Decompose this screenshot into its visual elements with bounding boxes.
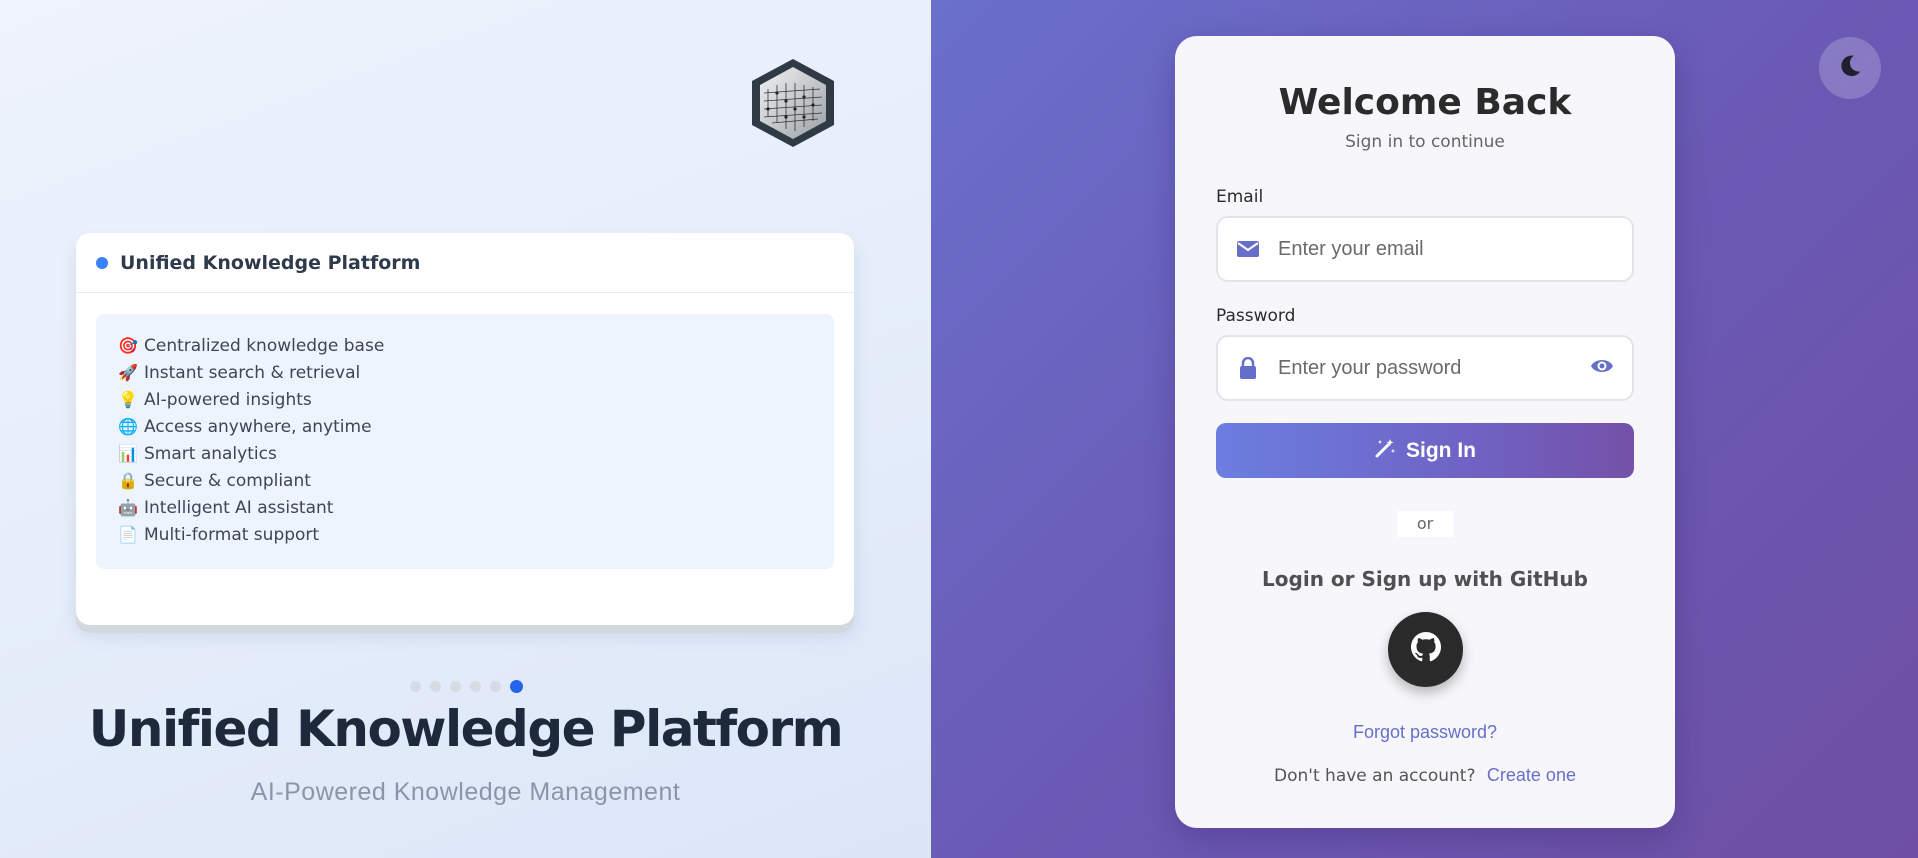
lock-icon (1218, 357, 1278, 379)
login-title: Welcome Back (1278, 82, 1572, 123)
email-label: Email (1216, 187, 1264, 207)
feature-text: Access anywhere, anytime (144, 416, 372, 437)
forgot-password-link[interactable]: Forgot password? (1175, 722, 1675, 743)
password-field-wrapper (1216, 335, 1634, 401)
hero-subtitle: AI-Powered Knowledge Management (250, 778, 681, 806)
carousel-dot[interactable] (510, 680, 523, 693)
login-subtitle: Sign in to continue (1345, 132, 1505, 152)
github-login-button[interactable] (1388, 612, 1463, 687)
magic-wand-icon (1374, 437, 1396, 465)
moon-icon (1837, 53, 1863, 84)
password-label: Password (1216, 306, 1296, 326)
sign-in-button[interactable]: Sign In (1216, 423, 1634, 478)
carousel-dot[interactable] (430, 681, 441, 692)
globe-icon: 🌐 (118, 417, 138, 436)
create-account-link[interactable]: Create one (1487, 765, 1576, 785)
chart-icon: 📊 (118, 444, 138, 463)
feature-card-title: Unified Knowledge Platform (120, 251, 421, 274)
feature-text: Instant search & retrieval (144, 362, 361, 383)
feature-text: Multi-format support (144, 524, 320, 545)
feature-text: Secure & compliant (144, 470, 311, 491)
signup-prompt: Don't have an account? Create one (1175, 765, 1675, 786)
list-item: 💡 AI-powered insights (118, 386, 834, 413)
feature-text: Intelligent AI assistant (144, 497, 334, 518)
lightbulb-icon: 💡 (118, 390, 138, 409)
list-item: 🌐 Access anywhere, anytime (118, 413, 834, 440)
left-panel: Unified Knowledge Platform 🎯 Centralized … (0, 0, 931, 858)
document-icon: 📄 (118, 525, 138, 544)
carousel-dot[interactable] (490, 681, 501, 692)
list-item: 📊 Smart analytics (118, 440, 834, 467)
rocket-icon: 🚀 (118, 363, 138, 382)
github-login-text: Login or Sign up with GitHub (1262, 567, 1588, 591)
sign-in-label: Sign In (1406, 438, 1476, 462)
theme-toggle-button[interactable] (1819, 37, 1881, 99)
list-item: 🎯 Centralized knowledge base (118, 332, 834, 359)
feature-card-header: Unified Knowledge Platform (76, 233, 854, 293)
list-item: 🤖 Intelligent AI assistant (118, 494, 834, 521)
status-dot (96, 256, 108, 269)
feature-card: Unified Knowledge Platform 🎯 Centralized … (76, 233, 854, 625)
target-icon: 🎯 (118, 336, 138, 355)
list-item: 🔒 Secure & compliant (118, 467, 834, 494)
eye-icon[interactable] (1590, 357, 1614, 380)
feature-text: Centralized knowledge base (144, 335, 385, 356)
feature-text: AI-powered insights (144, 389, 312, 410)
robot-icon: 🤖 (118, 498, 138, 517)
password-input[interactable] (1278, 356, 1578, 380)
feature-list: 🎯 Centralized knowledge base 🚀 Instant sea… (96, 314, 834, 569)
carousel-dot[interactable] (410, 681, 421, 692)
email-field-wrapper (1216, 216, 1634, 282)
login-card: Welcome Back Sign in to continue Email P… (1175, 36, 1675, 828)
padlock-icon: 🔒 (118, 471, 138, 490)
cube-grid-logo-icon (748, 57, 838, 149)
no-account-text: Don't have an account? (1274, 766, 1476, 786)
envelope-icon (1218, 240, 1278, 258)
hero-title: Unified Knowledge Platform (88, 700, 844, 758)
carousel-dot[interactable] (450, 681, 461, 692)
carousel-pager (410, 680, 523, 693)
carousel-dot[interactable] (470, 681, 481, 692)
list-item: 📄 Multi-format support (118, 521, 834, 548)
email-input[interactable] (1278, 237, 1578, 261)
or-divider: or (1397, 511, 1453, 537)
github-icon (1410, 632, 1441, 667)
feature-text: Smart analytics (144, 443, 277, 464)
list-item: 🚀 Instant search & retrieval (118, 359, 834, 386)
